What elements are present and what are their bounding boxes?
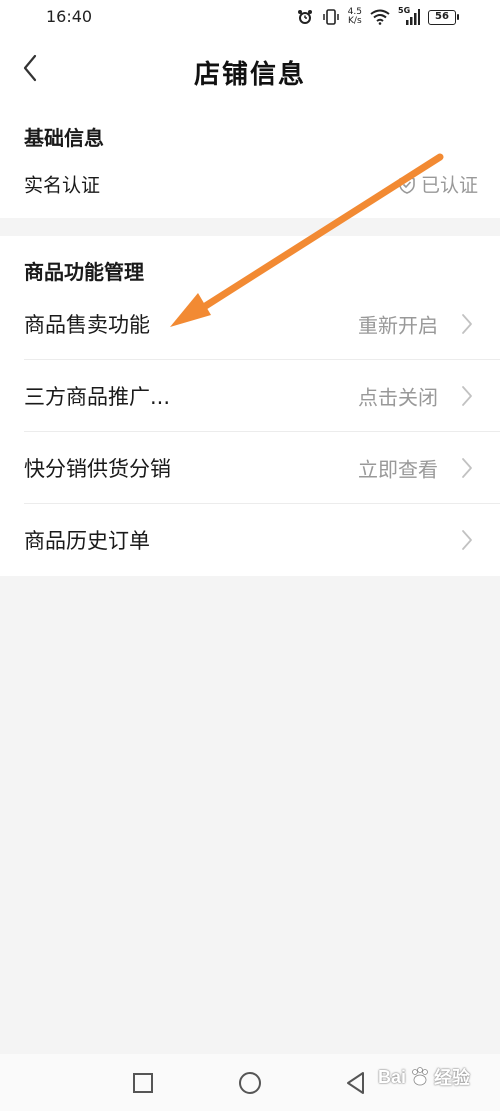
paw-icon <box>412 1067 428 1086</box>
alarm-icon <box>297 10 312 24</box>
chevron-right-icon <box>462 386 472 406</box>
third-party-promotion-row[interactable]: 三方商品推广... 点击关闭 <box>0 360 500 432</box>
chevron-right-icon <box>462 314 472 334</box>
real-name-verification-row[interactable]: 实名认证 已认证 <box>0 160 500 208</box>
signal-icon <box>406 9 420 25</box>
row-label: 商品历史订单 <box>24 529 150 553</box>
row-value: 立即查看 <box>358 457 438 482</box>
basic-info-section-title: 基础信息 <box>24 126 104 150</box>
verification-status-text: 已认证 <box>420 174 478 197</box>
status-time: 16:40 <box>46 7 93 26</box>
baidu-watermark: Bai 经验 <box>378 1064 470 1090</box>
product-management-card: 商品功能管理 商品售卖功能 重新开启 三方商品推广... 点击关闭 快分销供货分… <box>0 236 500 576</box>
verification-label: 实名认证 <box>24 174 101 197</box>
row-label: 商品售卖功能 <box>24 313 150 337</box>
nav-bar: 店铺信息 <box>0 36 500 104</box>
status-bar: 16:40 4.5 K/s 5G 56 <box>0 0 500 36</box>
network-speed-unit: K/s <box>348 16 362 26</box>
back-nav-button[interactable] <box>343 1070 369 1096</box>
row-label: 快分销供货分销 <box>24 457 171 481</box>
row-value: 点击关闭 <box>358 385 438 410</box>
watermark-text: Bai <box>377 1066 406 1087</box>
vibrate-icon <box>322 9 339 25</box>
distribution-supply-row[interactable]: 快分销供货分销 立即查看 <box>0 432 500 504</box>
product-management-section-title: 商品功能管理 <box>24 260 144 284</box>
status-icons: 4.5 K/s 5G 56 <box>296 6 459 28</box>
recent-apps-button[interactable] <box>130 1070 156 1096</box>
watermark-suffix: 经验 <box>434 1068 470 1088</box>
row-label: 三方商品推广... <box>24 385 171 409</box>
row-value: 重新开启 <box>358 313 438 338</box>
battery-indicator: 56 <box>428 9 459 25</box>
verification-status: 已认证 <box>397 171 478 198</box>
shield-check-icon <box>399 174 415 194</box>
chevron-right-icon <box>462 458 472 478</box>
chevron-right-icon <box>462 530 472 550</box>
page-title: 店铺信息 <box>193 60 306 90</box>
battery-level: 56 <box>435 10 449 22</box>
cellular-signal: 5G <box>398 6 420 26</box>
product-sales-function-row[interactable]: 商品售卖功能 重新开启 <box>0 288 500 360</box>
order-history-row[interactable]: 商品历史订单 <box>0 504 500 576</box>
home-button[interactable] <box>237 1070 263 1096</box>
wifi-icon <box>370 9 390 25</box>
network-speed: 4.5 K/s <box>348 8 362 26</box>
basic-info-card: 基础信息 实名认证 已认证 <box>0 104 500 218</box>
